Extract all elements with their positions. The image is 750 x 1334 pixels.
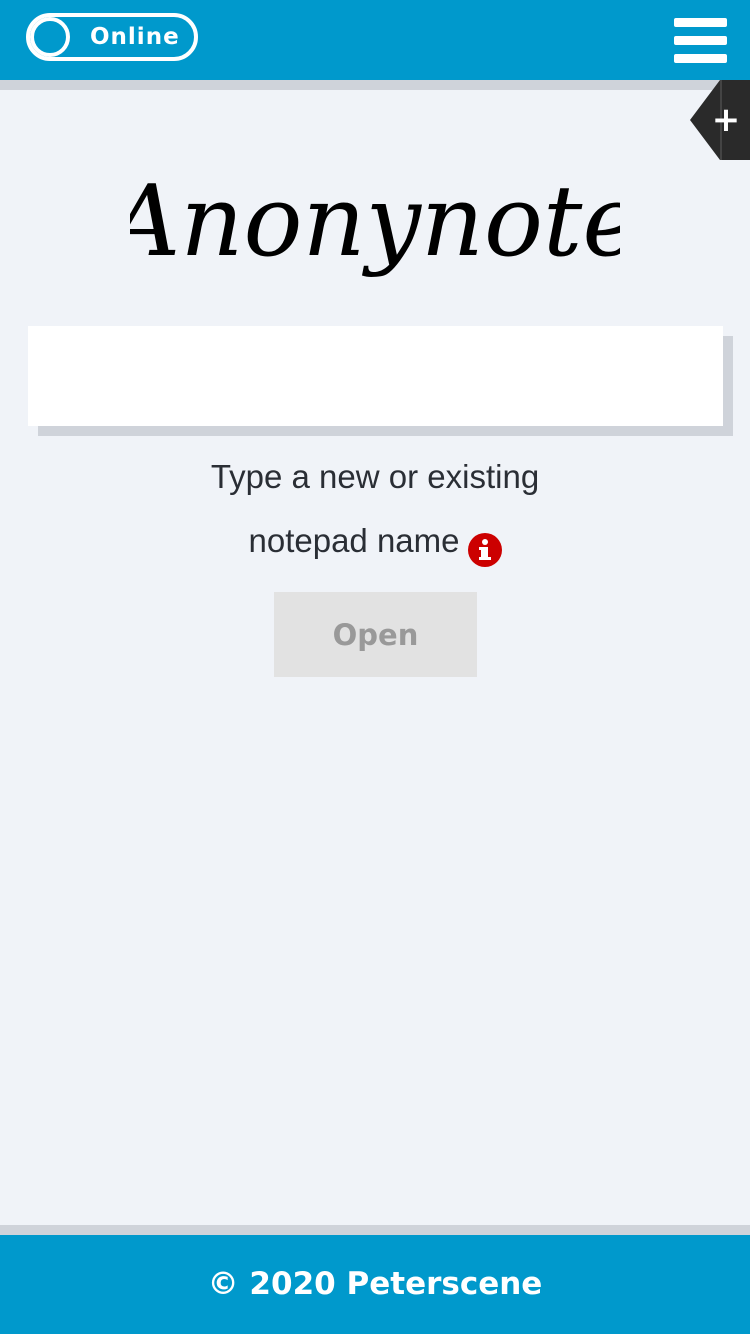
footer-copyright: © 2020 Peterscene [207,1266,543,1302]
toggle-knob [30,17,70,57]
open-button[interactable]: Open [274,592,477,677]
footer: © 2020 Peterscene [0,1235,750,1334]
top-bar: Online [0,0,750,80]
hint-line-2: notepad name [248,522,460,559]
top-bar-shadow [0,80,750,90]
notepad-name-input[interactable] [28,326,723,426]
new-note-tab[interactable] [690,80,750,160]
toggle-label: Online [90,24,180,50]
hint-line-1: Type a new or existing [210,458,540,495]
hamburger-menu-icon[interactable] [674,18,727,64]
notepad-hint: Type a new or existing notepad name [0,445,750,573]
footer-shadow [0,1225,750,1235]
logo-text: Anonynote [130,165,620,279]
info-icon[interactable] [467,524,502,567]
online-status-toggle[interactable]: Online [26,13,198,61]
anonynote-logo: Anonynote [130,160,620,310]
